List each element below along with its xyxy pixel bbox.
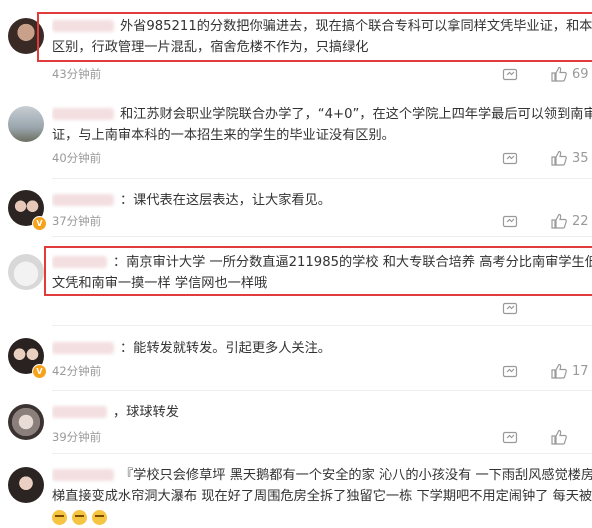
comment-text: ，球球转发 [52,402,592,423]
divider [52,236,592,237]
comment-time: 39分钟前 [52,430,102,444]
thumbs-up-icon[interactable] [550,213,568,229]
avatar[interactable] [8,404,44,440]
divider [52,390,592,391]
comment-text: 和江苏财会职业学院联合办学了，“4+0”，在这个学院上四年学最后可以领到南审的本… [52,107,592,143]
username-blurred[interactable] [52,108,114,120]
comment-text: ：课代表在这层表达，让大家看见。 [52,190,592,211]
share-icon[interactable] [502,300,518,316]
username-blurred[interactable] [52,194,114,206]
comment-actions: 35 [502,150,592,168]
divider [52,325,592,326]
vip-badge-icon: V [32,364,47,379]
thumbs-up-icon[interactable] [550,150,568,166]
comment-time: 42分钟前 [52,364,102,378]
divider [52,453,592,454]
comment-text: ：能转发就转发。引起更多人关注。 [52,338,592,359]
like-count: 35 [572,151,589,166]
comment-time: 37分钟前 [52,214,102,228]
like-count: 17 [572,364,589,379]
comment-actions [502,300,592,318]
share-icon[interactable] [502,429,518,445]
like-count: 69 [572,67,589,82]
comment-actions: 17 [502,363,592,381]
crying-emoji-icon [72,509,87,525]
thumbs-up-icon[interactable] [550,363,568,379]
avatar[interactable] [8,106,44,142]
crying-emoji-icon [52,509,67,525]
avatar[interactable] [8,254,44,290]
thumbs-up-icon[interactable] [550,429,568,445]
share-icon[interactable] [502,66,518,82]
share-icon[interactable] [502,213,518,229]
crying-emoji-icon [92,509,107,525]
share-icon[interactable] [502,363,518,379]
like-count: 22 [572,214,589,229]
username-blurred[interactable] [52,342,114,354]
username-blurred[interactable] [52,469,114,481]
comment-actions [502,429,592,447]
vip-badge-icon: V [32,216,47,231]
thumbs-up-icon[interactable] [550,66,568,82]
avatar[interactable] [8,467,44,503]
comment-time: 43分钟前 [52,67,102,81]
share-icon[interactable] [502,150,518,166]
comment-time: 40分钟前 [52,151,102,165]
username-blurred[interactable] [52,406,107,418]
comment-actions: 22 [502,213,592,231]
comment-text: 『学校只会修草坪 黑天鹅都有一个安全的家 沁八的小孩没有 一下雨刮风感觉楼房都摇… [52,465,592,528]
divider [52,178,592,179]
comment-actions: 69 [502,66,592,84]
highlight-box [44,246,592,296]
highlight-box [37,12,592,62]
